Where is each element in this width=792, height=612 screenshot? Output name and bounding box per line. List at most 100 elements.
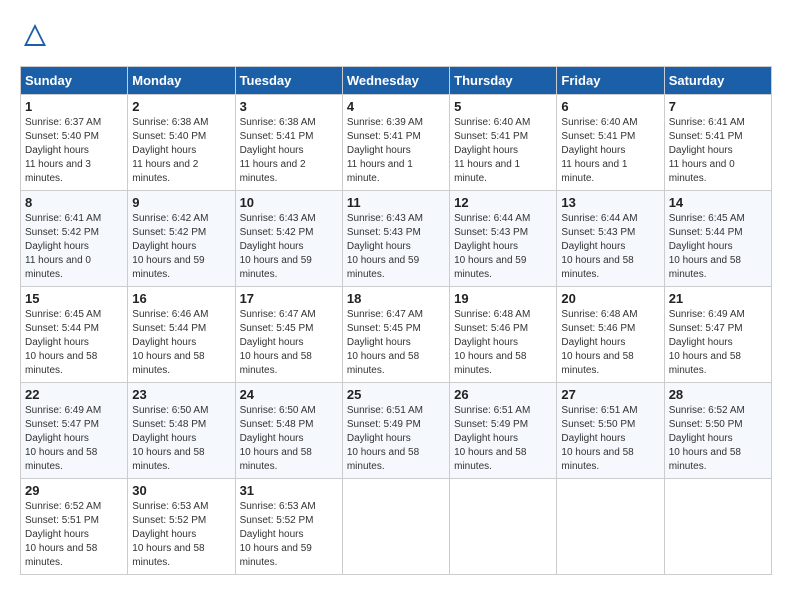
calendar-header-row: SundayMondayTuesdayWednesdayThursdayFrid… <box>21 67 772 95</box>
calendar-cell <box>450 479 557 575</box>
day-number: 16 <box>132 291 230 306</box>
day-info: Sunrise: 6:37 AMSunset: 5:40 PMDaylight … <box>25 117 101 184</box>
day-number: 4 <box>347 99 445 114</box>
day-number: 6 <box>561 99 659 114</box>
day-info: Sunrise: 6:39 AMSunset: 5:41 PMDaylight … <box>347 117 423 184</box>
day-info: Sunrise: 6:45 AMSunset: 5:44 PMDaylight … <box>669 213 745 280</box>
day-number: 15 <box>25 291 123 306</box>
day-number: 18 <box>347 291 445 306</box>
day-number: 30 <box>132 483 230 498</box>
day-info: Sunrise: 6:43 AMSunset: 5:43 PMDaylight … <box>347 213 423 280</box>
calendar-cell: 1 Sunrise: 6:37 AMSunset: 5:40 PMDayligh… <box>21 95 128 191</box>
day-info: Sunrise: 6:51 AMSunset: 5:49 PMDaylight … <box>347 405 423 472</box>
day-number: 5 <box>454 99 552 114</box>
day-info: Sunrise: 6:51 AMSunset: 5:49 PMDaylight … <box>454 405 530 472</box>
day-info: Sunrise: 6:48 AMSunset: 5:46 PMDaylight … <box>561 309 637 376</box>
day-number: 9 <box>132 195 230 210</box>
day-number: 29 <box>25 483 123 498</box>
day-info: Sunrise: 6:44 AMSunset: 5:43 PMDaylight … <box>454 213 530 280</box>
day-header-saturday: Saturday <box>664 67 771 95</box>
calendar-cell: 3 Sunrise: 6:38 AMSunset: 5:41 PMDayligh… <box>235 95 342 191</box>
calendar-cell: 15 Sunrise: 6:45 AMSunset: 5:44 PMDaylig… <box>21 287 128 383</box>
page-header <box>20 20 772 50</box>
calendar-cell: 12 Sunrise: 6:44 AMSunset: 5:43 PMDaylig… <box>450 191 557 287</box>
day-info: Sunrise: 6:38 AMSunset: 5:40 PMDaylight … <box>132 117 208 184</box>
day-info: Sunrise: 6:40 AMSunset: 5:41 PMDaylight … <box>561 117 637 184</box>
day-number: 22 <box>25 387 123 402</box>
week-row-3: 15 Sunrise: 6:45 AMSunset: 5:44 PMDaylig… <box>21 287 772 383</box>
day-number: 10 <box>240 195 338 210</box>
day-header-sunday: Sunday <box>21 67 128 95</box>
calendar-cell <box>342 479 449 575</box>
day-info: Sunrise: 6:46 AMSunset: 5:44 PMDaylight … <box>132 309 208 376</box>
calendar-cell: 24 Sunrise: 6:50 AMSunset: 5:48 PMDaylig… <box>235 383 342 479</box>
day-header-monday: Monday <box>128 67 235 95</box>
day-info: Sunrise: 6:53 AMSunset: 5:52 PMDaylight … <box>240 501 316 568</box>
calendar-cell: 13 Sunrise: 6:44 AMSunset: 5:43 PMDaylig… <box>557 191 664 287</box>
day-number: 23 <box>132 387 230 402</box>
day-info: Sunrise: 6:49 AMSunset: 5:47 PMDaylight … <box>669 309 745 376</box>
day-number: 27 <box>561 387 659 402</box>
day-info: Sunrise: 6:52 AMSunset: 5:50 PMDaylight … <box>669 405 745 472</box>
day-info: Sunrise: 6:50 AMSunset: 5:48 PMDaylight … <box>240 405 316 472</box>
day-info: Sunrise: 6:38 AMSunset: 5:41 PMDaylight … <box>240 117 316 184</box>
day-number: 8 <box>25 195 123 210</box>
calendar-cell: 26 Sunrise: 6:51 AMSunset: 5:49 PMDaylig… <box>450 383 557 479</box>
calendar-cell: 23 Sunrise: 6:50 AMSunset: 5:48 PMDaylig… <box>128 383 235 479</box>
calendar-cell <box>557 479 664 575</box>
day-number: 24 <box>240 387 338 402</box>
calendar-cell: 28 Sunrise: 6:52 AMSunset: 5:50 PMDaylig… <box>664 383 771 479</box>
calendar-cell: 29 Sunrise: 6:52 AMSunset: 5:51 PMDaylig… <box>21 479 128 575</box>
day-info: Sunrise: 6:42 AMSunset: 5:42 PMDaylight … <box>132 213 208 280</box>
calendar-cell: 11 Sunrise: 6:43 AMSunset: 5:43 PMDaylig… <box>342 191 449 287</box>
day-number: 3 <box>240 99 338 114</box>
day-number: 14 <box>669 195 767 210</box>
day-number: 19 <box>454 291 552 306</box>
calendar-cell: 4 Sunrise: 6:39 AMSunset: 5:41 PMDayligh… <box>342 95 449 191</box>
day-header-friday: Friday <box>557 67 664 95</box>
calendar-cell: 10 Sunrise: 6:43 AMSunset: 5:42 PMDaylig… <box>235 191 342 287</box>
logo <box>20 20 54 50</box>
day-number: 20 <box>561 291 659 306</box>
week-row-4: 22 Sunrise: 6:49 AMSunset: 5:47 PMDaylig… <box>21 383 772 479</box>
calendar-cell: 18 Sunrise: 6:47 AMSunset: 5:45 PMDaylig… <box>342 287 449 383</box>
day-number: 26 <box>454 387 552 402</box>
calendar-cell: 22 Sunrise: 6:49 AMSunset: 5:47 PMDaylig… <box>21 383 128 479</box>
day-header-thursday: Thursday <box>450 67 557 95</box>
day-number: 21 <box>669 291 767 306</box>
logo-icon <box>20 20 50 50</box>
day-number: 13 <box>561 195 659 210</box>
day-info: Sunrise: 6:43 AMSunset: 5:42 PMDaylight … <box>240 213 316 280</box>
day-info: Sunrise: 6:53 AMSunset: 5:52 PMDaylight … <box>132 501 208 568</box>
day-number: 31 <box>240 483 338 498</box>
day-number: 17 <box>240 291 338 306</box>
day-number: 25 <box>347 387 445 402</box>
day-number: 11 <box>347 195 445 210</box>
calendar-cell: 31 Sunrise: 6:53 AMSunset: 5:52 PMDaylig… <box>235 479 342 575</box>
day-info: Sunrise: 6:45 AMSunset: 5:44 PMDaylight … <box>25 309 101 376</box>
calendar-cell: 20 Sunrise: 6:48 AMSunset: 5:46 PMDaylig… <box>557 287 664 383</box>
day-info: Sunrise: 6:47 AMSunset: 5:45 PMDaylight … <box>240 309 316 376</box>
calendar-cell: 5 Sunrise: 6:40 AMSunset: 5:41 PMDayligh… <box>450 95 557 191</box>
calendar-table: SundayMondayTuesdayWednesdayThursdayFrid… <box>20 66 772 575</box>
calendar-cell: 6 Sunrise: 6:40 AMSunset: 5:41 PMDayligh… <box>557 95 664 191</box>
calendar-cell: 16 Sunrise: 6:46 AMSunset: 5:44 PMDaylig… <box>128 287 235 383</box>
day-number: 2 <box>132 99 230 114</box>
day-info: Sunrise: 6:44 AMSunset: 5:43 PMDaylight … <box>561 213 637 280</box>
day-info: Sunrise: 6:50 AMSunset: 5:48 PMDaylight … <box>132 405 208 472</box>
calendar-cell <box>664 479 771 575</box>
calendar-cell: 7 Sunrise: 6:41 AMSunset: 5:41 PMDayligh… <box>664 95 771 191</box>
day-number: 1 <box>25 99 123 114</box>
day-info: Sunrise: 6:47 AMSunset: 5:45 PMDaylight … <box>347 309 423 376</box>
calendar-cell: 17 Sunrise: 6:47 AMSunset: 5:45 PMDaylig… <box>235 287 342 383</box>
day-number: 28 <box>669 387 767 402</box>
calendar-cell: 9 Sunrise: 6:42 AMSunset: 5:42 PMDayligh… <box>128 191 235 287</box>
day-info: Sunrise: 6:48 AMSunset: 5:46 PMDaylight … <box>454 309 530 376</box>
calendar-cell: 27 Sunrise: 6:51 AMSunset: 5:50 PMDaylig… <box>557 383 664 479</box>
week-row-5: 29 Sunrise: 6:52 AMSunset: 5:51 PMDaylig… <box>21 479 772 575</box>
day-number: 7 <box>669 99 767 114</box>
week-row-2: 8 Sunrise: 6:41 AMSunset: 5:42 PMDayligh… <box>21 191 772 287</box>
day-info: Sunrise: 6:52 AMSunset: 5:51 PMDaylight … <box>25 501 101 568</box>
day-info: Sunrise: 6:41 AMSunset: 5:41 PMDaylight … <box>669 117 745 184</box>
week-row-1: 1 Sunrise: 6:37 AMSunset: 5:40 PMDayligh… <box>21 95 772 191</box>
